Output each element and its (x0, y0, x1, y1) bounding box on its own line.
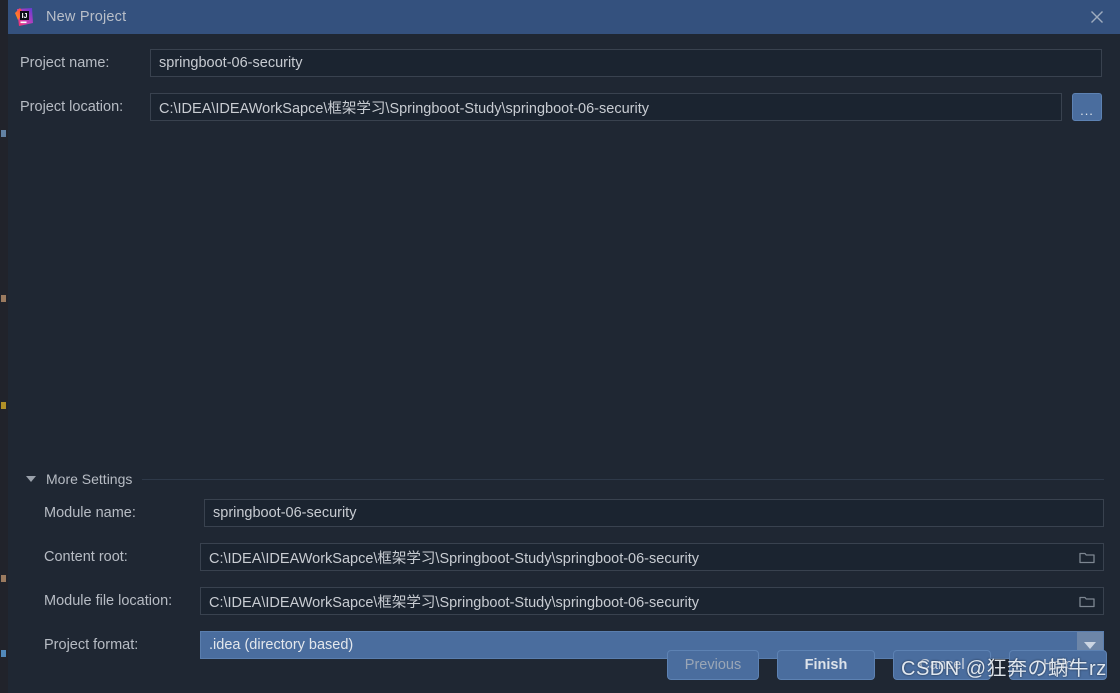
background-window-edge (0, 0, 8, 693)
project-location-label: Project location: (20, 99, 124, 115)
module-name-row: Module name: springboot-06-security (44, 499, 1104, 527)
cancel-button[interactable]: Cancel (893, 650, 991, 680)
background-fleck (1, 295, 6, 302)
intellij-idea-logo-icon: IJ (14, 7, 34, 27)
project-name-value: springboot-06-security (159, 55, 303, 71)
dialog-titlebar: IJ New Project (8, 0, 1120, 34)
background-fleck (1, 130, 6, 137)
content-root-row: Content root: C:\IDEA\IDEAWorkSapce\框架学习… (44, 543, 1104, 571)
more-settings-label: More Settings (46, 471, 133, 487)
dialog-footer: Previous Finish Cancel Help (8, 650, 1120, 684)
project-location-row: Project location: C:\IDEA\IDEAWorkSapce\… (20, 93, 1102, 121)
previous-button[interactable]: Previous (667, 650, 759, 680)
project-location-value: C:\IDEA\IDEAWorkSapce\框架学习\Springboot-St… (159, 100, 649, 117)
module-name-value: springboot-06-security (213, 505, 357, 521)
finish-button[interactable]: Finish (777, 650, 875, 680)
module-name-input[interactable]: springboot-06-security (204, 499, 1104, 527)
module-name-label: Module name: (44, 505, 136, 521)
dialog-body: Project name: springboot-06-security Pro… (8, 34, 1120, 693)
help-button[interactable]: Help (1009, 650, 1107, 680)
new-project-dialog: IJ New Project Project name: springboot-… (8, 0, 1120, 693)
content-root-input[interactable]: C:\IDEA\IDEAWorkSapce\框架学习\Springboot-St… (200, 543, 1104, 571)
close-icon[interactable] (1074, 0, 1120, 34)
triangle-down-icon[interactable] (26, 476, 36, 482)
folder-icon[interactable] (1079, 551, 1095, 564)
content-root-value: C:\IDEA\IDEAWorkSapce\框架学习\Springboot-St… (209, 550, 699, 567)
section-separator (142, 478, 1104, 480)
project-location-input[interactable]: C:\IDEA\IDEAWorkSapce\框架学习\Springboot-St… (150, 93, 1062, 121)
module-file-location-label: Module file location: (44, 593, 173, 609)
svg-text:IJ: IJ (22, 13, 28, 20)
background-fleck (1, 575, 6, 582)
background-fleck (1, 650, 6, 657)
project-name-row: Project name: springboot-06-security (20, 49, 1102, 77)
background-fleck (1, 402, 6, 409)
more-settings-header[interactable]: More Settings (26, 471, 1104, 487)
project-name-label: Project name: (20, 55, 110, 71)
browse-location-button[interactable]: ... (1072, 93, 1102, 121)
dialog-title: New Project (46, 9, 127, 25)
project-name-input[interactable]: springboot-06-security (150, 49, 1102, 77)
folder-icon[interactable] (1079, 595, 1095, 608)
module-file-location-row: Module file location: C:\IDEA\IDEAWorkSa… (44, 587, 1104, 615)
content-root-label: Content root: (44, 549, 128, 565)
module-file-location-value: C:\IDEA\IDEAWorkSapce\框架学习\Springboot-St… (209, 594, 699, 611)
module-file-location-input[interactable]: C:\IDEA\IDEAWorkSapce\框架学习\Springboot-St… (200, 587, 1104, 615)
